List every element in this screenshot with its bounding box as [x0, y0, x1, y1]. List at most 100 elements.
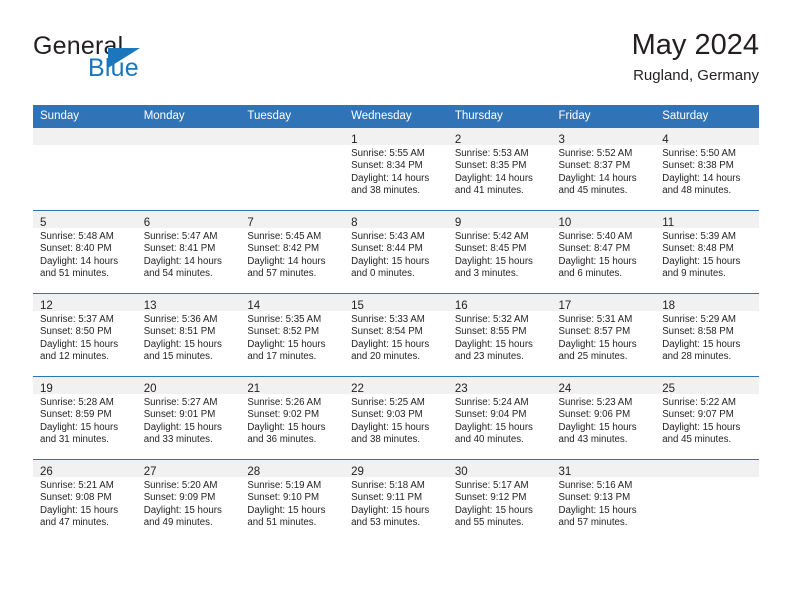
- day-number-band: [240, 128, 345, 145]
- day-number-band: 8: [344, 211, 448, 229]
- day-cell-content: 27 Sunrise: 5:20 AM Sunset: 9:09 PM Dayligh…: [136, 460, 241, 542]
- calendar-day-cell[interactable]: 20 Sunrise: 5:27 AM Sunset: 9:01 PM Dayligh…: [136, 376, 241, 460]
- calendar-day-cell[interactable]: 11 Sunrise: 5:39 AM Sunset: 8:48 PM Dayligh…: [655, 210, 759, 294]
- day-number-band: 14: [240, 294, 345, 312]
- calendar-day-cell[interactable]: 13 Sunrise: 5:36 AM Sunset: 8:51 PM Dayligh…: [136, 293, 241, 377]
- daylight-text: Daylight: 15 hours and 9 minutes.: [662, 255, 741, 279]
- daylight-text: Daylight: 15 hours and 38 minutes.: [351, 421, 430, 445]
- sunset-text: Sunset: 9:06 PM: [558, 409, 631, 421]
- calendar-day-cell[interactable]: 16 Sunrise: 5:32 AM Sunset: 8:55 PM Dayligh…: [447, 293, 552, 377]
- calendar-day-cell[interactable]: 1 Sunrise: 5:55 AM Sunset: 8:34 PM Daylight…: [344, 127, 448, 211]
- calendar-day-cell[interactable]: 2 Sunrise: 5:53 AM Sunset: 8:35 PM Daylight…: [447, 127, 552, 211]
- sunset-text: Sunset: 8:50 PM: [40, 326, 112, 338]
- calendar-day-cell[interactable]: 30 Sunrise: 5:17 AM Sunset: 9:12 PM Dayligh…: [447, 459, 552, 542]
- calendar-day-cell[interactable]: 7 Sunrise: 5:45 AM Sunset: 8:42 PM Daylight…: [240, 210, 345, 294]
- sunrise-text: Sunrise: 5:19 AM: [247, 480, 322, 491]
- calendar-day-cell[interactable]: 31 Sunrise: 5:16 AM Sunset: 9:13 PM Dayligh…: [551, 459, 656, 542]
- sunrise-text: Sunrise: 5:55 AM: [351, 148, 425, 159]
- calendar-day-cell[interactable]: 29 Sunrise: 5:18 AM Sunset: 9:11 PM Dayligh…: [344, 459, 448, 542]
- calendar-day-cell[interactable]: 27 Sunrise: 5:20 AM Sunset: 9:09 PM Dayligh…: [136, 459, 241, 542]
- sunset-text: Sunset: 8:47 PM: [558, 243, 631, 255]
- sunset-text: Sunset: 8:59 PM: [40, 409, 112, 421]
- month-calendar: Sunday Monday Tuesday Wednesday Thursday Frid…: [33, 105, 759, 542]
- title-block: May 2024 Rugland, Germany: [632, 28, 759, 86]
- sun-details: Sunrise: 5:37 AM Sunset: 8:50 PM Daylight:…: [33, 311, 137, 363]
- day-number-band: 2: [447, 128, 552, 146]
- sun-details: Sunrise: 5:33 AM Sunset: 8:54 PM Daylight:…: [344, 311, 448, 363]
- calendar-day-cell[interactable]: 6 Sunrise: 5:47 AM Sunset: 8:41 PM Daylight…: [136, 210, 241, 294]
- calendar-day-cell[interactable]: 18 Sunrise: 5:29 AM Sunset: 8:58 PM Dayligh…: [655, 293, 759, 377]
- day-cell-content: 18 Sunrise: 5:29 AM Sunset: 8:58 PM Dayligh…: [655, 294, 759, 376]
- calendar-day-cell[interactable]: 4 Sunrise: 5:50 AM Sunset: 8:38 PM Daylight…: [655, 127, 759, 211]
- calendar-day-cell[interactable]: 12 Sunrise: 5:37 AM Sunset: 8:50 PM Dayligh…: [33, 293, 137, 377]
- day-cell-content: 13 Sunrise: 5:36 AM Sunset: 8:51 PM Dayligh…: [136, 294, 241, 376]
- daylight-text: Daylight: 15 hours and 31 minutes.: [40, 421, 119, 445]
- calendar-day-cell[interactable]: 21 Sunrise: 5:26 AM Sunset: 9:02 PM Dayligh…: [240, 376, 345, 460]
- day-number: 31: [558, 466, 572, 478]
- sunrise-text: Sunrise: 5:35 AM: [247, 314, 322, 325]
- calendar-day-cell[interactable]: 24 Sunrise: 5:23 AM Sunset: 9:06 PM Dayligh…: [551, 376, 656, 460]
- calendar-day-cell[interactable]: 10 Sunrise: 5:40 AM Sunset: 8:47 PM Dayligh…: [551, 210, 656, 294]
- calendar-day-cell[interactable]: 15 Sunrise: 5:33 AM Sunset: 8:54 PM Dayligh…: [344, 293, 448, 377]
- weekday-header-friday: Friday: [551, 105, 656, 128]
- calendar-day-cell[interactable]: 19 Sunrise: 5:28 AM Sunset: 8:59 PM Dayligh…: [33, 376, 137, 460]
- sunrise-text: Sunrise: 5:17 AM: [454, 480, 529, 491]
- day-cell-content: 6 Sunrise: 5:47 AM Sunset: 8:41 PM Daylight…: [136, 211, 241, 293]
- sun-details: Sunrise: 5:39 AM Sunset: 8:48 PM Daylight:…: [655, 228, 759, 280]
- calendar-day-cell[interactable]: 28 Sunrise: 5:19 AM Sunset: 9:10 PM Dayligh…: [240, 459, 345, 542]
- calendar-day-cell-empty: [240, 127, 345, 211]
- calendar-day-cell[interactable]: 8 Sunrise: 5:43 AM Sunset: 8:44 PM Daylight…: [344, 210, 448, 294]
- sunrise-text: Sunrise: 5:23 AM: [558, 397, 633, 408]
- daylight-text: Daylight: 15 hours and 45 minutes.: [662, 421, 741, 445]
- logo-text-blue: Blue: [88, 54, 139, 82]
- daylight-text: Daylight: 15 hours and 53 minutes.: [351, 504, 430, 528]
- sunrise-text: Sunrise: 5:25 AM: [351, 397, 425, 408]
- sun-details: Sunrise: 5:52 AM Sunset: 8:37 PM Daylight:…: [552, 145, 656, 197]
- weekday-header-saturday: Saturday: [655, 105, 759, 128]
- day-number-band: 4: [655, 128, 759, 146]
- day-number-band: 22: [344, 377, 448, 395]
- day-cell-content: 24 Sunrise: 5:23 AM Sunset: 9:06 PM Dayligh…: [551, 377, 656, 459]
- sun-details: Sunrise: 5:29 AM Sunset: 8:58 PM Daylight:…: [655, 311, 759, 363]
- day-number: 27: [143, 466, 157, 478]
- sunrise-text: Sunrise: 5:42 AM: [454, 231, 529, 242]
- sunrise-text: Sunrise: 5:28 AM: [40, 397, 114, 408]
- sunrise-text: Sunrise: 5:22 AM: [662, 397, 736, 408]
- calendar-day-cell[interactable]: 22 Sunrise: 5:25 AM Sunset: 9:03 PM Dayligh…: [344, 376, 448, 460]
- general-blue-logo[interactable]: General Blue: [33, 32, 243, 92]
- sunset-text: Sunset: 8:34 PM: [351, 160, 423, 172]
- day-number: 19: [40, 383, 53, 395]
- page-title: May 2024: [631, 29, 759, 61]
- calendar-day-cell[interactable]: 3 Sunrise: 5:52 AM Sunset: 8:37 PM Daylight…: [551, 127, 656, 211]
- calendar-day-cell[interactable]: 17 Sunrise: 5:31 AM Sunset: 8:57 PM Dayligh…: [551, 293, 656, 377]
- daylight-text: Daylight: 14 hours and 57 minutes.: [247, 255, 326, 279]
- daylight-text: Daylight: 15 hours and 23 minutes.: [454, 338, 533, 362]
- calendar-day-cell[interactable]: 26 Sunrise: 5:21 AM Sunset: 9:08 PM Dayligh…: [33, 459, 137, 542]
- day-cell-content: 9 Sunrise: 5:42 AM Sunset: 8:45 PM Daylight…: [447, 211, 552, 293]
- calendar-week-row: 12 Sunrise: 5:37 AM Sunset: 8:50 PM Dayligh…: [33, 293, 759, 377]
- day-number: 23: [454, 383, 468, 395]
- calendar-header: Sunday Monday Tuesday Wednesday Thursday Frid…: [33, 105, 759, 128]
- calendar-day-cell[interactable]: 9 Sunrise: 5:42 AM Sunset: 8:45 PM Daylight…: [447, 210, 552, 294]
- day-cell-content: 16 Sunrise: 5:32 AM Sunset: 8:55 PM Dayligh…: [447, 294, 552, 376]
- calendar-body: 1 Sunrise: 5:55 AM Sunset: 8:34 PM Daylight…: [33, 127, 759, 542]
- day-number-band: 23: [447, 377, 552, 395]
- day-number: 20: [143, 383, 157, 395]
- calendar-day-cell[interactable]: 25 Sunrise: 5:22 AM Sunset: 9:07 PM Dayligh…: [655, 376, 759, 460]
- sunrise-text: Sunrise: 5:43 AM: [351, 231, 425, 242]
- day-number: 15: [351, 300, 364, 312]
- sunset-text: Sunset: 8:58 PM: [662, 326, 734, 338]
- day-cell-content: [33, 128, 137, 210]
- sunrise-text: Sunrise: 5:27 AM: [143, 397, 218, 408]
- calendar-day-cell[interactable]: 5 Sunrise: 5:48 AM Sunset: 8:40 PM Daylight…: [33, 210, 137, 294]
- day-cell-content: 25 Sunrise: 5:22 AM Sunset: 9:07 PM Dayligh…: [655, 377, 759, 459]
- sun-details: Sunrise: 5:32 AM Sunset: 8:55 PM Daylight:…: [448, 311, 552, 363]
- sunrise-text: Sunrise: 5:29 AM: [662, 314, 736, 325]
- day-cell-content: 14 Sunrise: 5:35 AM Sunset: 8:52 PM Dayligh…: [240, 294, 345, 376]
- calendar-week-row: 1 Sunrise: 5:55 AM Sunset: 8:34 PM Daylight…: [33, 127, 759, 211]
- calendar-day-cell[interactable]: 23 Sunrise: 5:24 AM Sunset: 9:04 PM Dayligh…: [447, 376, 552, 460]
- calendar-day-cell[interactable]: 14 Sunrise: 5:35 AM Sunset: 8:52 PM Dayligh…: [240, 293, 345, 377]
- sunset-text: Sunset: 9:10 PM: [247, 492, 320, 504]
- day-cell-content: 12 Sunrise: 5:37 AM Sunset: 8:50 PM Dayligh…: [33, 294, 137, 376]
- day-cell-content: [136, 128, 241, 210]
